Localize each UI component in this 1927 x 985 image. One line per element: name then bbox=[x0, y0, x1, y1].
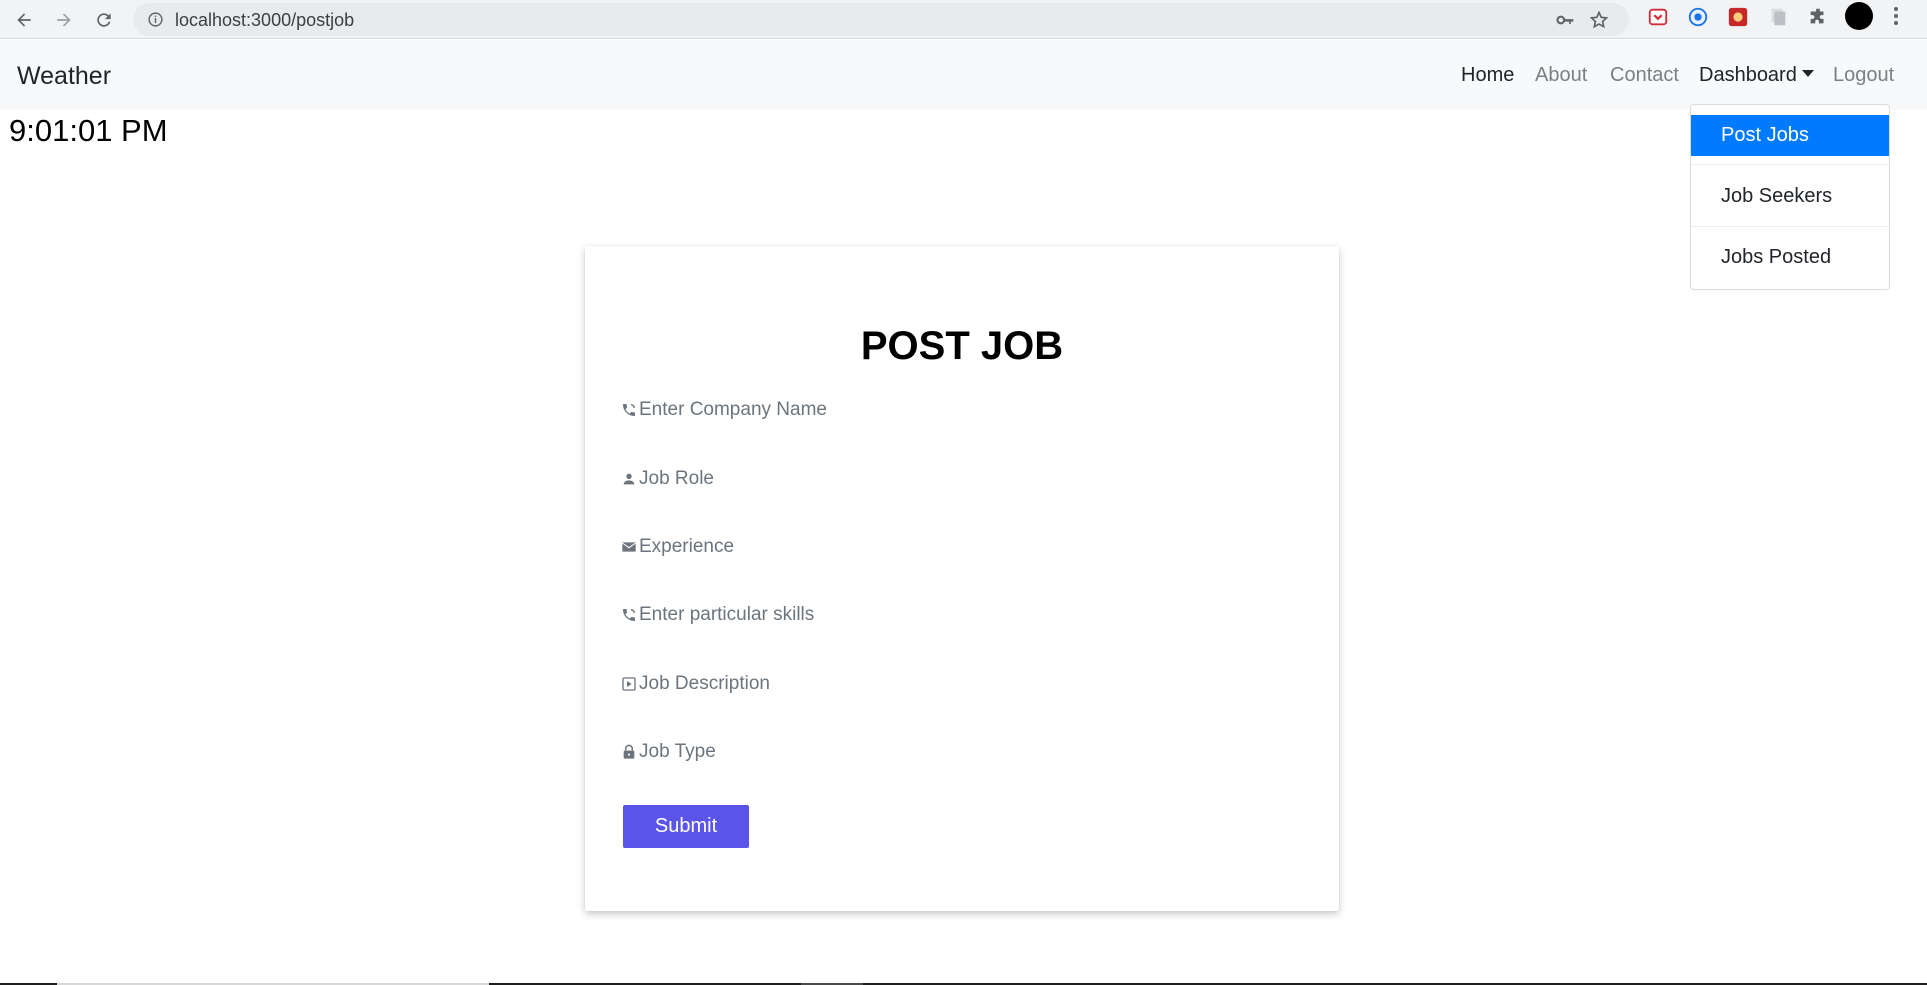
job-type-input[interactable] bbox=[639, 741, 1279, 763]
profile-avatar[interactable] bbox=[1845, 2, 1873, 30]
company-name-input[interactable] bbox=[639, 399, 1279, 421]
phone-icon bbox=[623, 404, 635, 416]
red-extension-icon[interactable] bbox=[1725, 4, 1751, 30]
phone-icon bbox=[623, 609, 635, 621]
play-box-icon bbox=[622, 677, 636, 691]
job-description-field bbox=[621, 667, 1301, 701]
submit-button[interactable]: Submit bbox=[623, 805, 749, 848]
mail-icon bbox=[622, 542, 636, 552]
clock-display: 9:01:01 PM bbox=[9, 113, 168, 148]
post-job-card: POST JOB Submit bbox=[585, 246, 1339, 911]
dropdown-divider bbox=[1691, 164, 1889, 165]
url-text[interactable]: localhost:3000/postjob bbox=[175, 10, 354, 31]
lock-icon bbox=[623, 744, 635, 759]
caret-down-icon bbox=[1801, 70, 1814, 77]
nav-contact[interactable]: Contact bbox=[1610, 64, 1679, 87]
nav-dashboard[interactable]: Dashboard bbox=[1699, 64, 1814, 87]
brand-logo[interactable]: Weather bbox=[17, 62, 111, 91]
job-type-field bbox=[621, 735, 1301, 769]
dropdown-item-job-seekers[interactable]: Job Seekers bbox=[1691, 176, 1889, 217]
company-name-field bbox=[621, 393, 1301, 427]
browser-toolbar: localhost:3000/postjob bbox=[0, 0, 1927, 39]
skills-input[interactable] bbox=[639, 604, 1279, 626]
dropdown-item-jobs-posted[interactable]: Jobs Posted bbox=[1691, 237, 1889, 278]
pages-extension-icon[interactable] bbox=[1765, 4, 1791, 30]
page-title: POST JOB bbox=[860, 324, 1064, 368]
person-icon bbox=[623, 473, 635, 485]
forward-arrow-icon[interactable] bbox=[49, 5, 79, 35]
info-icon[interactable] bbox=[147, 11, 164, 28]
nav-home[interactable]: Home bbox=[1461, 64, 1514, 87]
star-icon[interactable] bbox=[1587, 8, 1611, 32]
nav-about[interactable]: About bbox=[1535, 64, 1587, 87]
job-role-field bbox=[621, 462, 1301, 496]
reload-icon[interactable] bbox=[89, 5, 119, 35]
pocket-extension-icon[interactable] bbox=[1645, 4, 1671, 30]
navbar: Weather Home About Contact Dashboard Log… bbox=[0, 40, 1927, 110]
dropdown-item-post-jobs[interactable]: Post Jobs bbox=[1691, 115, 1889, 156]
dashboard-dropdown-menu: Post Jobs Job Seekers Jobs Posted bbox=[1690, 104, 1890, 290]
nav-logout[interactable]: Logout bbox=[1833, 64, 1894, 87]
menu-icon[interactable] bbox=[1886, 4, 1906, 28]
key-icon[interactable] bbox=[1553, 8, 1577, 32]
back-arrow-icon[interactable] bbox=[9, 5, 39, 35]
puzzle-icon[interactable] bbox=[1805, 4, 1831, 30]
experience-input[interactable] bbox=[639, 536, 1279, 558]
dropdown-divider bbox=[1691, 226, 1889, 227]
nav-dashboard-label: Dashboard bbox=[1699, 64, 1797, 86]
address-bar[interactable]: localhost:3000/postjob bbox=[133, 3, 1629, 36]
job-description-input[interactable] bbox=[639, 673, 1279, 695]
sync-extension-icon[interactable] bbox=[1685, 4, 1711, 30]
job-role-input[interactable] bbox=[639, 468, 1279, 490]
experience-field bbox=[621, 530, 1301, 564]
skills-field bbox=[621, 598, 1301, 632]
